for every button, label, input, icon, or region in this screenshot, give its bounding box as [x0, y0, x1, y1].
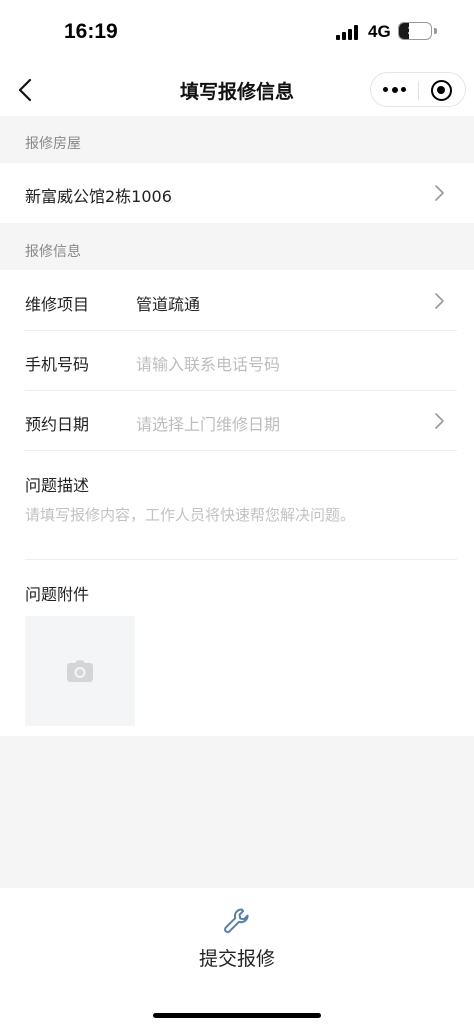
house-row[interactable]: 新富威公馆2栋1006: [0, 163, 474, 223]
attachment-label: 问题附件: [25, 585, 90, 604]
divider: [25, 450, 457, 451]
upload-photo-button[interactable]: [25, 616, 135, 726]
bottom-bar: 提交报修: [0, 888, 474, 1027]
description-textarea[interactable]: 请填写报修内容，工作人员将快速帮您解决问题。: [25, 504, 355, 525]
info-section-label: 报修信息: [25, 244, 81, 260]
date-label: 预约日期: [25, 415, 90, 434]
repair-item-value: 管道疏通: [136, 295, 201, 314]
repair-item-label: 维修项目: [25, 295, 90, 314]
camera-icon: [67, 660, 93, 682]
date-row[interactable]: 预约日期 请选择上门维修日期: [0, 391, 474, 451]
repair-item-row[interactable]: 维修项目 管道疏通: [0, 270, 474, 330]
capsule-divider: [418, 81, 419, 100]
description-label: 问题描述: [25, 476, 90, 495]
status-time: 16:19: [64, 20, 118, 43]
wrench-icon: [224, 908, 249, 934]
chevron-right-icon: [435, 413, 444, 429]
signal-icon: [336, 24, 362, 40]
chevron-right-icon: [435, 293, 444, 309]
house-section-label: 报修房屋: [25, 136, 81, 152]
chevron-right-icon: [435, 185, 444, 201]
more-icon[interactable]: [381, 82, 409, 98]
target-icon[interactable]: [431, 80, 452, 101]
network-label: 4G: [368, 22, 391, 41]
nav-bar: 填写报修信息: [0, 64, 474, 116]
status-bar: 16:19 4G 30: [0, 0, 474, 64]
phone-label: 手机号码: [25, 355, 90, 374]
battery-tip: [434, 28, 437, 34]
house-value: 新富威公馆2栋1006: [25, 187, 172, 206]
battery-level: 30: [407, 23, 423, 38]
battery-icon: 30: [398, 22, 432, 40]
mini-program-capsule: [370, 72, 466, 107]
phone-input[interactable]: 请输入联系电话号码: [136, 351, 280, 375]
submit-button[interactable]: 提交报修: [170, 896, 304, 976]
submit-label: 提交报修: [198, 948, 275, 970]
divider: [25, 559, 457, 560]
divider: [25, 330, 457, 331]
home-indicator[interactable]: [153, 1013, 321, 1018]
date-picker: 请选择上门维修日期: [136, 415, 281, 434]
